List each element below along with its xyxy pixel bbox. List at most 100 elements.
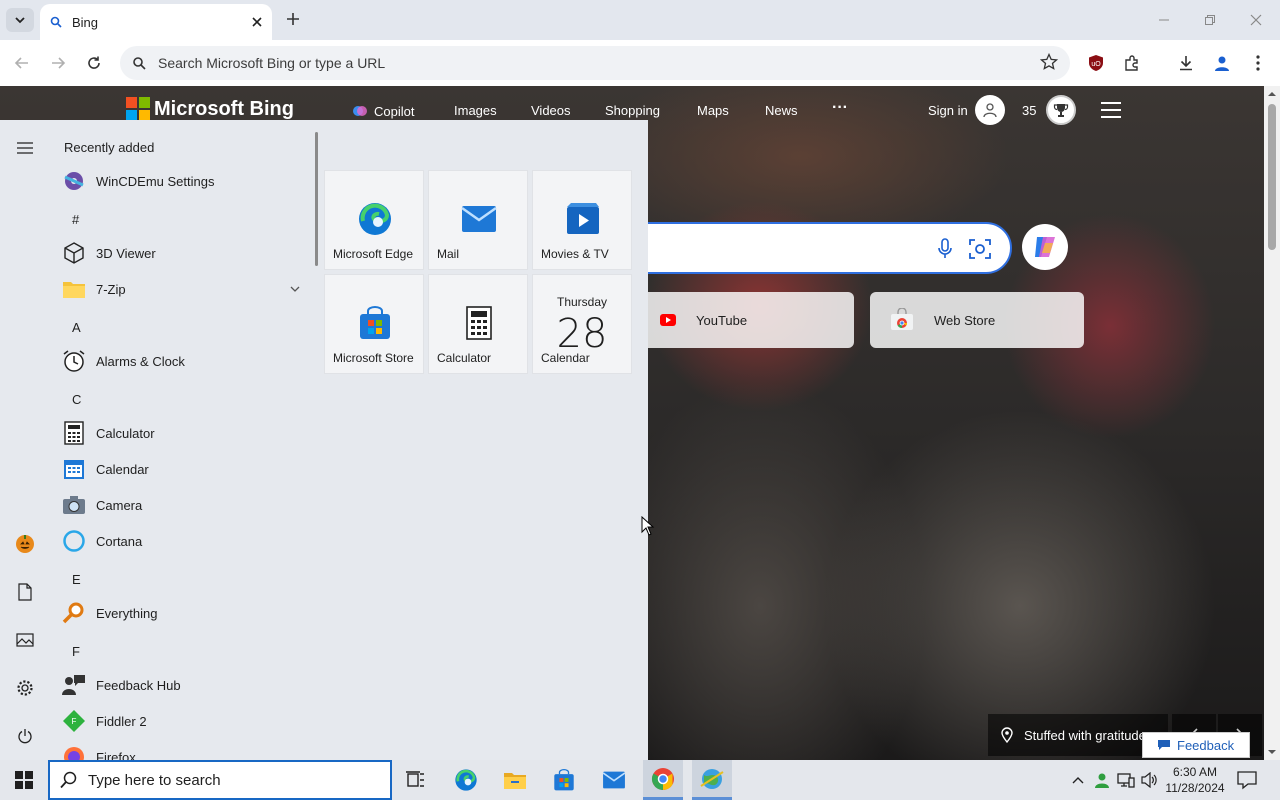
taskbar-search-box[interactable]: Type here to search xyxy=(48,760,392,800)
app-alarms-clock[interactable]: Alarms & Clock xyxy=(62,344,310,378)
user-account-button[interactable] xyxy=(13,532,37,556)
chevron-down-icon xyxy=(15,17,25,24)
taskbar-file-explorer[interactable] xyxy=(495,760,535,800)
quick-link-web-store[interactable]: Web Store xyxy=(870,292,1084,348)
show-hidden-icons-button[interactable] xyxy=(1068,770,1088,790)
copilot-button[interactable] xyxy=(1022,224,1068,270)
extensions-button[interactable] xyxy=(1118,49,1146,77)
firefox-icon xyxy=(62,745,86,760)
restore-button[interactable] xyxy=(1187,6,1233,34)
start-button[interactable] xyxy=(6,760,42,800)
app-camera[interactable]: Camera xyxy=(62,488,310,522)
tab-search-button[interactable] xyxy=(6,8,34,32)
letter-header-hash[interactable]: # xyxy=(72,212,79,227)
taskbar-mail[interactable] xyxy=(594,760,634,800)
avatar[interactable] xyxy=(975,95,1005,125)
reload-button[interactable] xyxy=(80,49,108,77)
app-label: Feedback Hub xyxy=(96,677,181,693)
ublock-extension-button[interactable]: uO xyxy=(1082,49,1110,77)
nav-copilot[interactable]: Copilot xyxy=(352,103,414,119)
taskbar-chrome[interactable] xyxy=(643,760,683,800)
close-icon[interactable] xyxy=(252,17,262,27)
address-input[interactable] xyxy=(158,55,1018,71)
notification-icon[interactable] xyxy=(1236,770,1258,790)
settings-button[interactable] xyxy=(13,676,37,700)
chevron-down-icon[interactable] xyxy=(290,285,300,293)
power-button[interactable] xyxy=(13,724,37,748)
taskbar-wincdemu[interactable] xyxy=(692,760,732,800)
feedback-button[interactable]: Feedback xyxy=(1142,732,1250,758)
store-icon xyxy=(554,769,574,791)
image-caption[interactable]: Stuffed with gratitude xyxy=(988,714,1168,756)
bing-search-box[interactable] xyxy=(600,222,1012,274)
quick-link-youtube[interactable]: YouTube xyxy=(640,292,854,348)
page-scrollbar[interactable] xyxy=(1264,86,1280,760)
task-view-button[interactable] xyxy=(396,760,436,800)
nav-shopping[interactable]: Shopping xyxy=(605,103,660,118)
profile-button[interactable] xyxy=(1208,49,1236,77)
forward-button[interactable] xyxy=(44,49,72,77)
bing-logo[interactable]: Microsoft Bing xyxy=(126,97,294,121)
search-icon xyxy=(60,771,77,789)
restore-icon xyxy=(1205,15,1215,25)
nav-images[interactable]: Images xyxy=(454,103,497,118)
taskbar-clock[interactable]: 6:30 AM 11/28/2024 xyxy=(1164,764,1226,796)
microphone-icon[interactable] xyxy=(936,238,954,260)
nav-maps[interactable]: Maps xyxy=(697,103,729,118)
rewards-button[interactable] xyxy=(1046,95,1076,125)
expand-rail-button[interactable] xyxy=(13,136,37,160)
sign-in-link[interactable]: Sign in xyxy=(928,103,968,118)
tile-movies-tv[interactable]: Movies & TV xyxy=(532,170,632,270)
app-cortana[interactable]: Cortana xyxy=(62,524,310,558)
pictures-button[interactable] xyxy=(13,628,37,652)
app-3d-viewer[interactable]: 3D Viewer xyxy=(62,236,310,270)
address-bar[interactable] xyxy=(120,46,1070,80)
letter-header-f[interactable]: F xyxy=(72,644,80,659)
tile-microsoft-edge[interactable]: Microsoft Edge xyxy=(324,170,424,270)
taskbar-microsoft-store[interactable] xyxy=(544,760,584,800)
tile-calendar[interactable]: Thursday 28 Calendar xyxy=(532,274,632,374)
nav-more[interactable]: ··· xyxy=(832,99,848,117)
minimize-button[interactable] xyxy=(1141,6,1187,34)
back-button[interactable] xyxy=(8,49,36,77)
app-everything[interactable]: Everything xyxy=(62,596,310,630)
letter-header-c[interactable]: C xyxy=(72,392,81,407)
app-list[interactable]: Recently added WinCDEmu Settings # 3D Vi… xyxy=(50,120,316,760)
bookmark-star-icon[interactable] xyxy=(1040,53,1058,71)
app-label: 7-Zip xyxy=(96,281,126,297)
app-list-scrollbar[interactable] xyxy=(315,132,318,266)
tile-mail[interactable]: Mail xyxy=(428,170,528,270)
app-wincdemu-settings[interactable]: WinCDEmu Settings xyxy=(62,164,310,198)
tile-calculator[interactable]: Calculator xyxy=(428,274,528,374)
nav-videos[interactable]: Videos xyxy=(531,103,571,118)
cortana-icon xyxy=(62,529,86,553)
app-calculator[interactable]: Calculator xyxy=(62,416,310,450)
app-firefox[interactable]: Firefox xyxy=(62,740,310,760)
downloads-button[interactable] xyxy=(1172,49,1200,77)
new-tab-button[interactable] xyxy=(282,8,304,30)
microsoft-logo-icon xyxy=(126,97,150,121)
volume-button[interactable] xyxy=(1140,770,1160,790)
app-7-zip-folder[interactable]: 7-Zip xyxy=(62,272,310,306)
nav-news[interactable]: News xyxy=(765,103,798,118)
browser-tab[interactable]: Bing xyxy=(40,4,272,40)
letter-header-a[interactable]: A xyxy=(72,320,81,335)
scroll-down-icon[interactable] xyxy=(1264,746,1280,758)
menu-button[interactable] xyxy=(1244,49,1272,77)
app-feedback-hub[interactable]: Feedback Hub xyxy=(62,668,310,702)
puzzle-icon xyxy=(1125,55,1138,71)
scroll-thumb[interactable] xyxy=(1268,104,1276,250)
letter-header-e[interactable]: E xyxy=(72,572,81,587)
tile-microsoft-store[interactable]: Microsoft Store xyxy=(324,274,424,374)
scroll-up-icon[interactable] xyxy=(1264,88,1280,100)
app-calendar[interactable]: Calendar xyxy=(62,452,310,486)
taskbar-edge[interactable] xyxy=(446,760,486,800)
app-label: Everything xyxy=(96,605,158,621)
tray-user-icon[interactable] xyxy=(1092,770,1112,790)
documents-button[interactable] xyxy=(13,580,37,604)
network-button[interactable] xyxy=(1116,770,1136,790)
hamburger-menu-icon[interactable] xyxy=(1100,102,1122,118)
app-fiddler-2[interactable]: F Fiddler 2 xyxy=(62,704,310,738)
visual-search-icon[interactable] xyxy=(968,237,992,261)
close-window-button[interactable] xyxy=(1233,6,1279,34)
